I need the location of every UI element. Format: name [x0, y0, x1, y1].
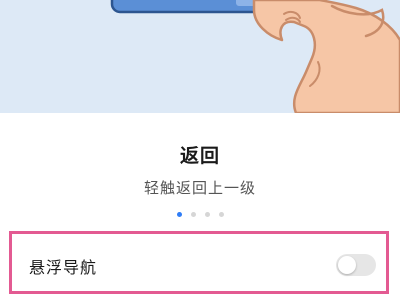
page-dot-1[interactable]: [176, 212, 182, 217]
hand-tap-illustration: [110, 0, 400, 113]
floating-nav-label: 悬浮导航: [29, 258, 98, 277]
gesture-title: 返回: [179, 145, 220, 167]
floating-nav-setting-row[interactable]: 悬浮导航: [9, 231, 389, 294]
toggle-knob: [338, 256, 356, 274]
gesture-description: 轻触返回上一级: [143, 179, 256, 197]
gesture-illustration: [0, 0, 400, 113]
page-dot-4[interactable]: [218, 212, 224, 217]
page-dot-3[interactable]: [204, 212, 210, 217]
floating-nav-toggle[interactable]: [336, 254, 376, 276]
page-indicator: [0, 212, 400, 217]
gesture-settings-screen: 返回 轻触返回上一级 悬浮导航: [0, 0, 400, 300]
page-dot-2[interactable]: [190, 212, 196, 217]
